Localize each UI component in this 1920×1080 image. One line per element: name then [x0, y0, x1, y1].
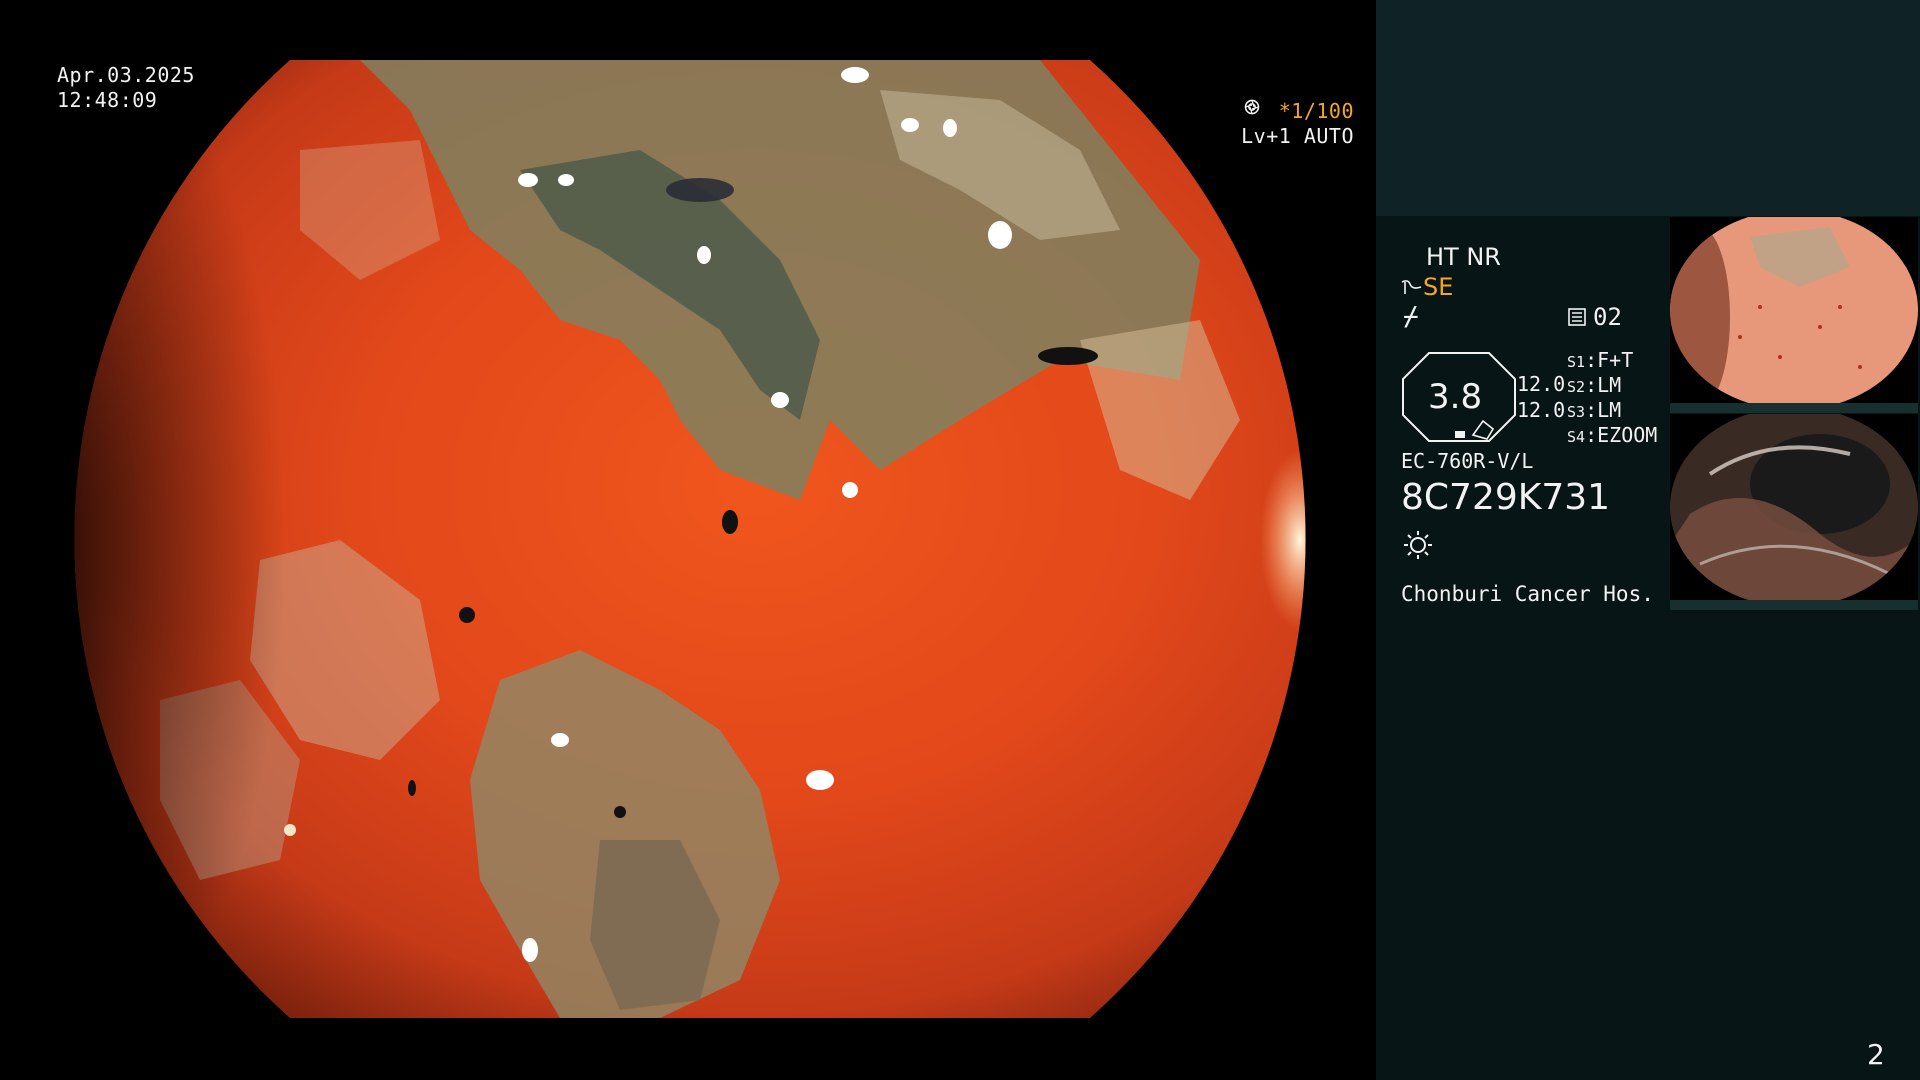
switch-s3: S3:LM: [1567, 398, 1622, 422]
thumbnail-bar: [1670, 403, 1918, 413]
target-icon: [1244, 99, 1260, 115]
channel-row: 02: [1567, 303, 1622, 331]
switch-key: S4: [1567, 428, 1586, 446]
hospital-name: Chonburi Cancer Hos.: [1401, 582, 1654, 606]
switch-key: S3: [1567, 403, 1586, 421]
thumbnail-1[interactable]: [1670, 217, 1918, 413]
exposure-info: *1/100 Lv+1 AUTO: [1241, 99, 1354, 149]
channel-text: 02: [1593, 303, 1622, 331]
structure-mark: ⌿: [1403, 302, 1419, 332]
scope-model: EC-760R-V/L: [1401, 449, 1534, 473]
thumbnail-2[interactable]: [1670, 414, 1918, 610]
page-number: 2: [1867, 1038, 1885, 1071]
ht-nr-label: HT NR: [1426, 243, 1501, 271]
scope-serial: 8C729K731: [1401, 477, 1611, 518]
thumbnail-bar: [1670, 600, 1918, 610]
switch-value: LM: [1597, 373, 1622, 397]
shutter-text: *1/100: [1278, 99, 1354, 123]
switch-key: S2: [1567, 378, 1586, 396]
date-time-display: Apr.03.2025 12:48:09: [57, 63, 195, 113]
endoscopy-image: [74, 60, 1306, 1018]
setting-value-2: 12.0: [1517, 398, 1566, 422]
enhance-curve-icon: [1401, 280, 1422, 294]
thumbnail-image: [1670, 414, 1918, 607]
exposure-text: Lv+1 AUTO: [1241, 124, 1354, 148]
switch-s2: S2:LM: [1567, 373, 1622, 397]
switch-value: F+T: [1597, 348, 1634, 372]
switch-value: LM: [1597, 398, 1622, 422]
memory-icon: [1568, 308, 1586, 326]
info-panel: HT NR SE ⌿ 02 3.8 12.0 12.0 S1:F+T S2:LM…: [1376, 216, 1920, 1080]
time-text: 12:48:09: [57, 88, 158, 112]
side-top-area: [1376, 0, 1920, 216]
switch-s4: S4:EZOOM: [1567, 423, 1658, 447]
date-text: Apr.03.2025: [57, 63, 195, 87]
se-row: SE: [1401, 273, 1453, 301]
switch-key: S1: [1567, 353, 1586, 371]
sun-icon: [1404, 531, 1432, 559]
switch-s1: S1:F+T: [1567, 348, 1634, 372]
endoscope-view: Apr.03.2025 12:48:09 *1/100 Lv+1 AUTO: [0, 0, 1376, 1080]
thumbnail-image: [1670, 217, 1918, 410]
zoom-value: 3.8: [1428, 377, 1483, 417]
se-label: SE: [1423, 273, 1454, 301]
setting-value-1: 12.0: [1517, 372, 1566, 396]
switch-value: EZOOM: [1597, 423, 1658, 447]
